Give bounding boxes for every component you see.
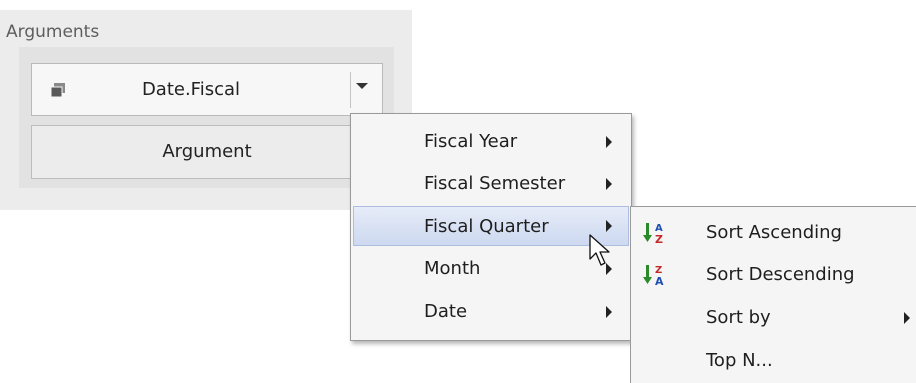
menu-item-label: Sort by xyxy=(706,307,771,328)
menu-item-label: Sort Ascending xyxy=(706,222,842,243)
sort-submenu: A Z Sort Ascending Z A Sort Descending S… xyxy=(630,206,916,383)
menu-item-sort-ascending[interactable]: A Z Sort Ascending xyxy=(633,213,915,253)
submenu-arrow-icon xyxy=(606,306,612,318)
date-group-menu: Fiscal Year Fiscal Semester Fiscal Quart… xyxy=(350,113,632,341)
submenu-arrow-icon xyxy=(606,136,612,148)
menu-item-fiscal-semester[interactable]: Fiscal Semester xyxy=(353,164,629,204)
menu-item-top-n[interactable]: Top N... xyxy=(633,341,915,381)
chevron-down-icon[interactable] xyxy=(356,83,368,89)
sort-ascending-icon: A Z xyxy=(643,223,663,245)
field-separator xyxy=(350,72,351,108)
argument-placeholder-button[interactable]: Argument xyxy=(31,125,383,179)
submenu-arrow-icon xyxy=(606,220,612,232)
submenu-arrow-icon xyxy=(606,178,612,190)
menu-item-label: Fiscal Year xyxy=(424,131,518,152)
menu-item-label: Fiscal Quarter xyxy=(424,216,549,237)
menu-item-sort-descending[interactable]: Z A Sort Descending xyxy=(633,255,915,295)
field-label: Date.Fiscal xyxy=(141,79,241,100)
menu-item-fiscal-year[interactable]: Fiscal Year xyxy=(353,122,629,162)
menu-item-date[interactable]: Date xyxy=(353,292,629,332)
menu-item-label: Fiscal Semester xyxy=(424,173,566,194)
menu-item-label: Top N... xyxy=(706,350,773,371)
menu-item-label: Date xyxy=(424,301,468,322)
menu-item-label: Sort Descending xyxy=(706,264,855,285)
menu-item-label: Month xyxy=(424,258,481,279)
panel-title: Arguments xyxy=(6,22,100,42)
mouse-pointer-icon xyxy=(589,234,610,266)
menu-item-sort-by[interactable]: Sort by xyxy=(633,298,915,338)
submenu-arrow-icon xyxy=(904,312,910,324)
sort-descending-icon: Z A xyxy=(643,265,664,287)
svg-text:Z: Z xyxy=(655,233,663,245)
date-fiscal-field-button[interactable]: Date.Fiscal xyxy=(31,63,383,116)
svg-text:A: A xyxy=(655,275,664,287)
